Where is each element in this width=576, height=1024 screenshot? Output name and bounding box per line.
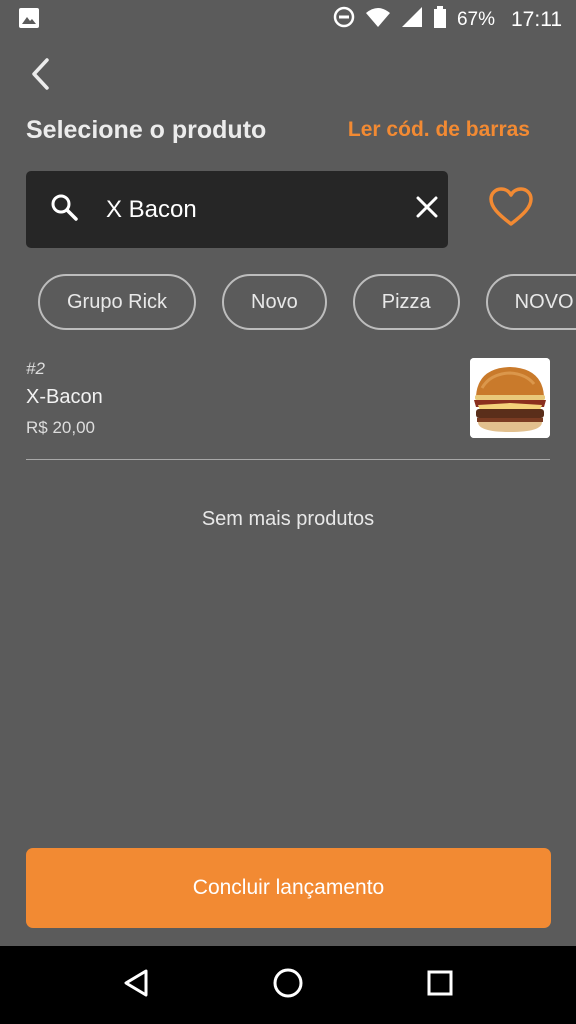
nav-recents-button[interactable] <box>416 961 464 1009</box>
header: Selecione o produto Ler cód. de barras <box>26 110 530 150</box>
gallery-notification-icon <box>18 7 40 34</box>
scan-barcode-link[interactable]: Ler cód. de barras <box>348 118 530 142</box>
product-image <box>470 358 550 438</box>
favorites-button[interactable] <box>484 184 538 234</box>
search-box[interactable] <box>26 171 448 248</box>
product-code: #2 <box>26 359 45 378</box>
wifi-icon <box>365 6 391 34</box>
triangle-back-icon <box>122 968 150 1003</box>
category-filters: Grupo Rick Novo Pizza NOVO <box>38 274 576 330</box>
status-bar: 67% 17:11 <box>0 0 576 40</box>
search-input[interactable] <box>106 195 416 224</box>
circle-home-icon <box>272 967 304 1004</box>
back-button[interactable] <box>22 56 58 96</box>
battery-icon <box>433 6 447 34</box>
close-icon <box>416 196 438 223</box>
search-icon <box>50 193 78 226</box>
clear-search-button[interactable] <box>416 196 438 224</box>
nav-back-button[interactable] <box>112 961 160 1009</box>
signal-icon <box>401 6 423 34</box>
product-name: X-Bacon <box>26 386 103 408</box>
no-more-products-message: Sem mais produtos <box>201 508 375 530</box>
page-title: Selecione o produto <box>26 115 267 144</box>
product-list-item[interactable]: #2 X-Bacon R$ 20,00 <box>26 352 550 460</box>
filter-chip[interactable]: Novo <box>222 274 327 330</box>
product-price: R$ 20,00 <box>26 418 95 437</box>
do-not-disturb-icon <box>333 6 355 34</box>
square-recents-icon <box>426 969 454 1002</box>
clock: 17:11 <box>511 8 562 31</box>
filter-chip[interactable]: Grupo Rick <box>38 274 197 330</box>
finish-entry-button[interactable]: Concluir lançamento <box>26 848 551 928</box>
status-indicators: 67% 17:11 <box>333 6 562 34</box>
filter-chip[interactable]: Pizza <box>352 274 460 330</box>
nav-home-button[interactable] <box>264 961 312 1009</box>
chevron-left-icon <box>28 57 52 96</box>
system-navigation-bar <box>0 946 576 1024</box>
filter-chip[interactable]: NOVO <box>485 274 576 330</box>
heart-icon <box>488 186 534 233</box>
battery-percent: 67% <box>456 9 495 30</box>
